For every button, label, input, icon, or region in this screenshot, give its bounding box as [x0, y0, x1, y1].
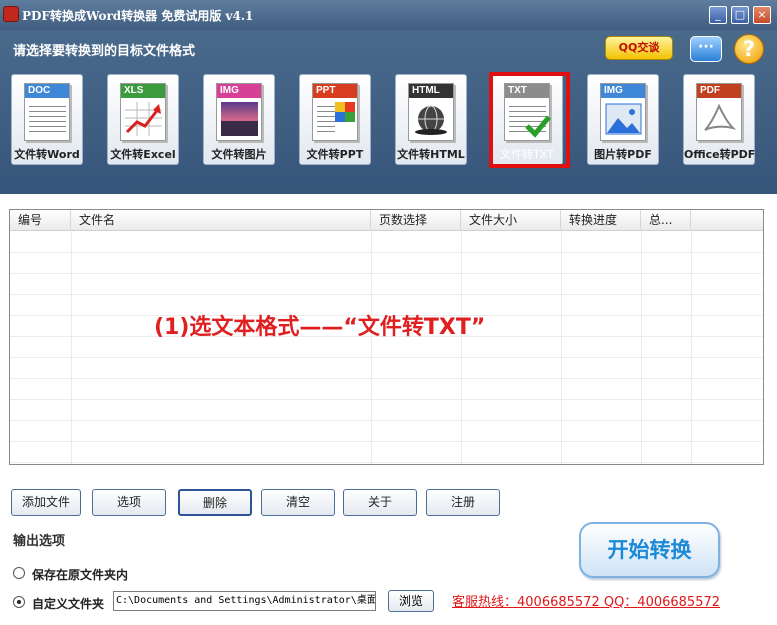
maximize-icon[interactable]: □	[731, 6, 749, 24]
save-original-label[interactable]: 保存在原文件夹内	[32, 566, 128, 583]
column-divider	[561, 231, 562, 464]
format-office-to-pdf-button[interactable]: PDF Office转PDF	[683, 74, 755, 165]
globe-icon	[415, 105, 447, 135]
format-word-button[interactable]: DOC 文件转Word	[11, 74, 83, 165]
format-label: 图片转PDF	[594, 148, 652, 161]
table-row	[10, 420, 763, 421]
custom-folder-label[interactable]: 自定义文件夹	[32, 595, 104, 612]
output-options-title: 输出选项	[13, 534, 66, 549]
title-bar: PDF转换成Word转换器 免费试用版 v4.1 _ □ ×	[0, 0, 777, 30]
support-hotline-link[interactable]: 客服热线：4006685572 QQ：4006685572	[452, 591, 720, 610]
format-prompt: 请选择要转换到的目标文件格式	[13, 44, 196, 59]
add-file-button[interactable]: 添加文件	[11, 489, 81, 516]
table-header: 编号 文件名 页数选择 文件大小 转换进度 总...	[10, 210, 763, 231]
xls-file-icon: XLS	[120, 83, 166, 141]
app-icon	[3, 6, 19, 22]
instruction-annotation: (1)选文本格式——“文件转TXT”	[154, 315, 486, 340]
format-label: 文件转HTML	[397, 148, 465, 161]
minimize-icon[interactable]: _	[709, 6, 727, 24]
format-excel-button[interactable]: XLS 文件转Excel	[107, 74, 179, 165]
table-row	[10, 294, 763, 295]
column-header[interactable]: 编号	[10, 210, 71, 231]
table-row	[10, 399, 763, 400]
format-label: 文件转PPT	[306, 148, 364, 161]
column-header[interactable]: 转换进度	[561, 210, 641, 231]
save-original-radio[interactable]	[13, 567, 25, 579]
column-header[interactable]: 总...	[641, 210, 691, 231]
table-row	[10, 378, 763, 379]
chat-bubble-icon[interactable]: ···	[690, 36, 722, 62]
format-image-to-pdf-button[interactable]: IMG 图片转PDF	[587, 74, 659, 165]
options-button[interactable]: 选项	[92, 489, 166, 516]
ppt-file-icon: PPT	[312, 83, 358, 141]
register-button[interactable]: 注册	[426, 489, 500, 516]
table-row	[10, 273, 763, 274]
clear-button[interactable]: 清空	[261, 489, 335, 516]
format-label: 文件转Excel	[110, 148, 176, 161]
delete-button[interactable]: 删除	[178, 489, 252, 516]
format-label: Office转PDF	[684, 148, 756, 161]
output-path-field[interactable]: C:\Documents and Settings\Administrator\…	[113, 591, 376, 611]
format-label: 文件转图片	[211, 148, 267, 161]
pdf-file-icon: PDF	[696, 83, 742, 141]
table-row	[10, 357, 763, 358]
column-divider	[641, 231, 642, 464]
column-header[interactable]: 页数选择	[371, 210, 461, 231]
format-html-button[interactable]: HTML 文件转HTML	[395, 74, 467, 165]
column-header[interactable]: 文件大小	[461, 210, 561, 231]
column-divider	[71, 231, 72, 464]
table-row	[10, 462, 763, 463]
column-divider	[691, 231, 692, 464]
table-row	[10, 441, 763, 442]
landscape-icon	[221, 102, 258, 136]
column-divider	[461, 231, 462, 464]
format-ppt-button[interactable]: PPT 文件转PPT	[299, 74, 371, 165]
app-window: PDF转换成Word转换器 免费试用版 v4.1 _ □ × 请选择要转换到的目…	[0, 0, 777, 625]
column-divider	[371, 231, 372, 464]
table-row	[10, 252, 763, 253]
format-label: 文件转Word	[14, 148, 80, 161]
column-header[interactable]: 文件名	[71, 210, 371, 231]
question-mark-icon[interactable]: ?	[734, 34, 764, 64]
qq-chat-button[interactable]: QQ交谈	[605, 36, 673, 60]
html-file-icon: HTML	[408, 83, 454, 141]
picture-icon	[605, 103, 642, 135]
format-image-button[interactable]: IMG 文件转图片	[203, 74, 275, 165]
img-file-icon: IMG	[600, 83, 646, 141]
slides-icon	[335, 102, 355, 122]
chart-icon	[125, 102, 162, 136]
format-toolbar: 请选择要转换到的目标文件格式 QQ交谈 ··· ? DOC 文件转Word XL…	[0, 30, 777, 194]
browse-button[interactable]: 浏览	[388, 590, 434, 612]
start-convert-button[interactable]: 开始转换	[579, 522, 720, 578]
acrobat-icon	[704, 103, 737, 131]
window-title: PDF转换成Word转换器 免费试用版 v4.1	[22, 9, 254, 23]
selection-highlight	[489, 72, 570, 168]
close-icon[interactable]: ×	[753, 6, 771, 24]
doc-file-icon: DOC	[24, 83, 70, 141]
about-button[interactable]: 关于	[343, 489, 417, 516]
img-file-icon: IMG	[216, 83, 262, 141]
custom-folder-radio[interactable]	[13, 596, 25, 608]
